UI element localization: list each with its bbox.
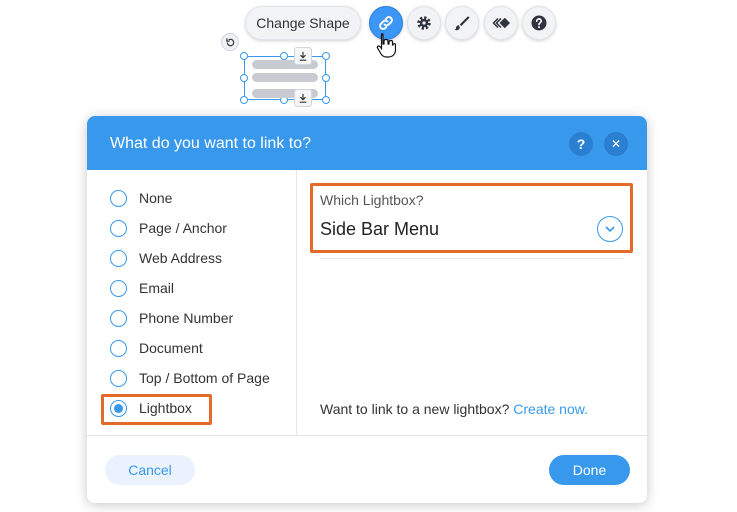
option-document[interactable]: Document [110,338,203,358]
radio-page-anchor[interactable] [110,219,127,237]
download-arrow-icon [299,93,307,103]
option-none[interactable]: None [110,188,172,208]
footer-divider [87,435,647,436]
option-top-bottom[interactable]: Top / Bottom of Page [110,368,270,388]
dialog-close-button[interactable]: ✕ [604,132,628,156]
stretch-handle-bottom[interactable] [294,89,312,107]
create-now-link[interactable]: Create now. [513,401,588,417]
resize-handle[interactable] [240,96,248,104]
radio-top-bottom[interactable] [110,369,127,387]
dialog-help-button[interactable]: ? [569,132,593,156]
menu-bar-line [252,73,318,82]
resize-handle[interactable] [280,52,288,60]
option-web-address[interactable]: Web Address [110,248,222,268]
resize-handle[interactable] [322,74,330,82]
radio-none[interactable] [110,189,127,207]
cancel-button[interactable]: Cancel [105,455,195,485]
option-phone-number[interactable]: Phone Number [110,308,233,328]
stretch-handle-top[interactable] [294,47,312,65]
hand-cursor-icon [376,33,396,58]
animation-button[interactable] [484,6,518,40]
close-icon: ✕ [610,137,622,151]
highlight-lightbox-select [310,183,633,253]
resize-handle[interactable] [322,52,330,60]
download-arrow-icon [299,51,307,61]
option-page-anchor[interactable]: Page / Anchor [110,218,227,238]
link-icon [379,16,393,30]
editor-canvas: Change Shape What do you want to link to… [0,0,737,512]
new-lightbox-prompt: Want to link to a new lightbox? Create n… [320,401,588,417]
dialog-title: What do you want to link to? [110,135,311,152]
settings-button[interactable] [407,6,441,40]
link-dialog: What do you want to link to? ? ✕ None Pa… [87,116,647,503]
brush-icon [454,16,470,31]
resize-handle[interactable] [322,96,330,104]
help-icon [531,15,547,31]
done-button[interactable]: Done [549,455,630,485]
dialog-header: What do you want to link to? ? ✕ [87,116,647,170]
gear-icon [417,16,431,30]
highlight-lightbox-option [101,394,212,425]
animation-icon [492,17,510,29]
help-icon: ? [576,136,586,152]
design-button[interactable] [445,6,479,40]
rotate-handle[interactable] [221,33,239,51]
resize-handle[interactable] [240,52,248,60]
rotate-icon [225,37,234,46]
divider [320,258,623,259]
option-email[interactable]: Email [110,278,174,298]
resize-handle[interactable] [240,74,248,82]
change-shape-button[interactable]: Change Shape [245,6,361,40]
radio-document[interactable] [110,339,127,357]
radio-phone-number[interactable] [110,309,127,327]
help-button[interactable] [522,6,556,40]
radio-web-address[interactable] [110,249,127,267]
radio-email[interactable] [110,279,127,297]
